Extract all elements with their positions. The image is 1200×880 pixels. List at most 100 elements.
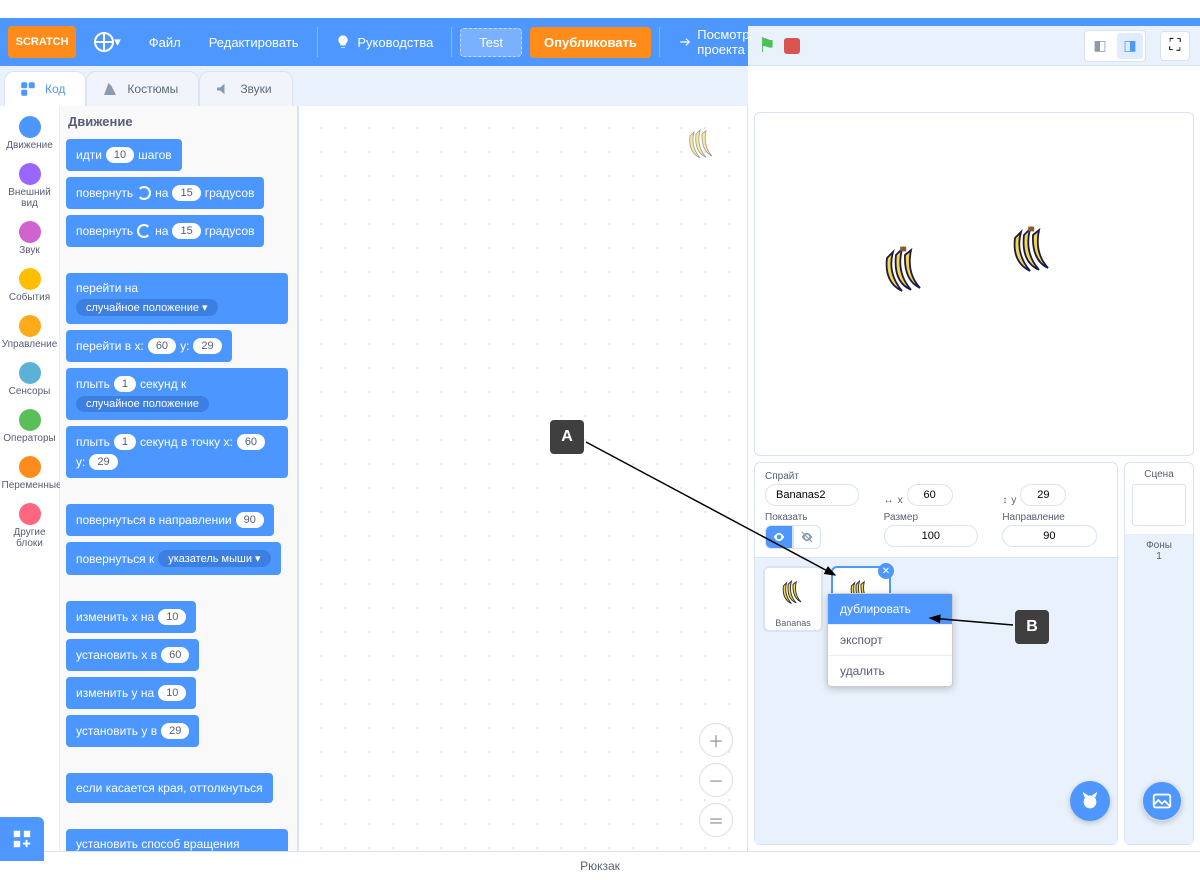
annotation-marker-a: A bbox=[550, 420, 584, 454]
file-menu[interactable]: Файл bbox=[139, 18, 191, 66]
backpack[interactable]: Рюкзак bbox=[0, 851, 1200, 879]
direction-label: Направление bbox=[1002, 512, 1107, 523]
sprite-y-input[interactable] bbox=[1020, 484, 1066, 506]
stage[interactable] bbox=[754, 112, 1194, 456]
sprite-context-menu: дублировать экспорт удалить bbox=[827, 593, 953, 687]
show-sprite-button[interactable] bbox=[765, 525, 793, 549]
block-input[interactable]: 10 bbox=[106, 147, 134, 163]
script-workspace[interactable]: ＋ － ＝ bbox=[299, 106, 748, 851]
delete-sprite-button[interactable]: ✕ bbox=[878, 563, 894, 579]
context-export[interactable]: экспорт bbox=[828, 625, 952, 656]
block-goto-xy[interactable]: перейти в x: 60 y: 29 bbox=[66, 330, 232, 362]
block-text: идти bbox=[76, 148, 102, 162]
small-stage-button[interactable]: ◧ bbox=[1087, 33, 1113, 59]
block-input[interactable]: 15 bbox=[172, 223, 200, 239]
block-category-list: Движение Внешний видЗвукСобытияУправление… bbox=[0, 106, 60, 851]
stage-thumbnail[interactable] bbox=[1132, 484, 1186, 526]
large-stage-button[interactable]: ◨ bbox=[1117, 33, 1143, 59]
sprite-tile-bananas[interactable]: Bananas bbox=[763, 566, 823, 632]
block-set-x[interactable]: установить x в 60 bbox=[66, 639, 199, 671]
block-point-towards[interactable]: повернуться к указатель мыши ▾ bbox=[66, 542, 281, 575]
stage-sprite-bananas2[interactable] bbox=[1003, 223, 1063, 288]
block-text: повернуться к bbox=[76, 552, 154, 566]
sprite-direction-input[interactable] bbox=[1002, 525, 1096, 547]
category-label: Движение bbox=[2, 140, 58, 151]
block-dropdown[interactable]: случайное положение bbox=[76, 396, 209, 412]
category-label: Другие блоки bbox=[2, 527, 58, 549]
hide-sprite-button[interactable] bbox=[793, 525, 821, 549]
block-move-steps[interactable]: идти 10 шагов bbox=[66, 139, 182, 171]
block-input[interactable]: 10 bbox=[158, 685, 186, 701]
annotation-marker-b: B bbox=[1015, 610, 1049, 644]
block-text: плыть bbox=[76, 435, 110, 449]
zoom-in-button[interactable]: ＋ bbox=[699, 723, 733, 757]
category-События[interactable]: События bbox=[2, 262, 58, 309]
add-extension-button[interactable] bbox=[0, 817, 44, 861]
block-input[interactable]: 15 bbox=[172, 185, 200, 201]
context-duplicate[interactable]: дублировать bbox=[828, 594, 952, 625]
block-rotation-style[interactable]: установить способ вращения влево-вправо bbox=[66, 829, 288, 851]
publish-button[interactable]: Опубликовать bbox=[530, 27, 651, 58]
block-set-y[interactable]: установить y в 29 bbox=[66, 715, 199, 747]
block-input[interactable]: 10 bbox=[158, 609, 186, 625]
separator bbox=[659, 27, 660, 57]
green-flag-button[interactable]: ⚑ bbox=[758, 33, 776, 58]
zoom-out-button[interactable]: － bbox=[699, 763, 733, 797]
community-icon bbox=[678, 34, 692, 50]
block-text: установить способ вращения bbox=[76, 837, 240, 851]
category-Звук[interactable]: Звук bbox=[2, 215, 58, 262]
edit-menu[interactable]: Редактировать bbox=[199, 18, 309, 66]
block-turn-cw[interactable]: повернуть на 15 градусов bbox=[66, 177, 264, 209]
stop-button[interactable] bbox=[784, 38, 800, 54]
block-input[interactable]: 60 bbox=[148, 338, 176, 354]
fullscreen-button[interactable]: ⛶ bbox=[1160, 31, 1190, 61]
stage-sprite-bananas[interactable] bbox=[875, 243, 935, 308]
block-goto[interactable]: перейти на случайное положение ▾ bbox=[66, 273, 288, 324]
block-point-direction[interactable]: повернуться в направлении 90 bbox=[66, 504, 274, 536]
block-edge-bounce[interactable]: если касается края, оттолкнуться bbox=[66, 773, 273, 803]
scratch-logo[interactable]: SCRATCH bbox=[8, 26, 76, 58]
stage-label: Сцена bbox=[1144, 469, 1173, 480]
category-Внешний вид[interactable]: Внешний вид bbox=[2, 157, 58, 215]
category-color-dot bbox=[19, 163, 41, 185]
category-Движение[interactable]: Движение bbox=[2, 110, 58, 157]
language-menu[interactable]: ▾ bbox=[84, 18, 131, 66]
block-dropdown[interactable]: случайное положение ▾ bbox=[76, 299, 218, 316]
tutorials-button[interactable]: Руководства bbox=[325, 18, 443, 66]
zoom-reset-button[interactable]: ＝ bbox=[699, 803, 733, 837]
tab-costumes[interactable]: Костюмы bbox=[86, 71, 199, 106]
category-color-dot bbox=[19, 362, 41, 384]
block-change-y[interactable]: изменить y на 10 bbox=[66, 677, 196, 709]
category-Операторы[interactable]: Операторы bbox=[2, 403, 58, 450]
project-title-input[interactable]: Test bbox=[460, 28, 522, 57]
block-glide-to[interactable]: плыть 1 секунд к случайное положение bbox=[66, 368, 288, 420]
block-input[interactable]: 29 bbox=[193, 338, 221, 354]
category-Переменные[interactable]: Переменные bbox=[2, 450, 58, 497]
tutorials-label: Руководства bbox=[357, 35, 433, 50]
eye-off-icon bbox=[800, 530, 814, 544]
block-input[interactable]: 60 bbox=[161, 647, 189, 663]
block-input[interactable]: 60 bbox=[237, 434, 265, 450]
add-sprite-button[interactable] bbox=[1070, 781, 1110, 821]
category-color-dot bbox=[19, 315, 41, 337]
sprite-name-label: Спрайт bbox=[765, 471, 870, 482]
block-input[interactable]: 29 bbox=[161, 723, 189, 739]
category-Другие блоки[interactable]: Другие блоки bbox=[2, 497, 58, 555]
context-delete[interactable]: удалить bbox=[828, 656, 952, 686]
block-input[interactable]: 1 bbox=[114, 376, 136, 392]
tab-sounds[interactable]: Звуки bbox=[199, 71, 292, 106]
block-change-x[interactable]: изменить x на 10 bbox=[66, 601, 196, 633]
block-input[interactable]: 29 bbox=[89, 454, 117, 470]
sprite-name-input[interactable] bbox=[765, 484, 859, 506]
sprite-x-input[interactable] bbox=[907, 484, 953, 506]
block-dropdown[interactable]: указатель мыши ▾ bbox=[158, 550, 270, 567]
block-input[interactable]: 1 bbox=[114, 434, 136, 450]
add-backdrop-button[interactable] bbox=[1142, 781, 1182, 821]
tab-code[interactable]: Код bbox=[4, 71, 86, 106]
category-Сенсоры[interactable]: Сенсоры bbox=[2, 356, 58, 403]
block-turn-ccw[interactable]: повернуть на 15 градусов bbox=[66, 215, 264, 247]
block-input[interactable]: 90 bbox=[236, 512, 264, 528]
sprite-size-input[interactable] bbox=[884, 525, 978, 547]
block-glide-xy[interactable]: плыть 1 секунд в точку x: 60 y: 29 bbox=[66, 426, 288, 478]
category-Управление[interactable]: Управление bbox=[2, 309, 58, 356]
